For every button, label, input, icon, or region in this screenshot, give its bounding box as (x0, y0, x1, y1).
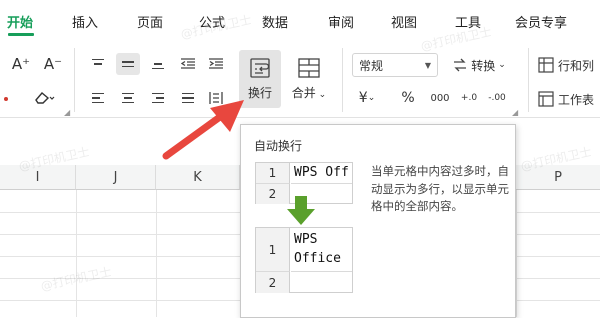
indent-decrease-button[interactable] (176, 53, 200, 75)
wrap-text-tooltip: 自动换行 1 2 WPS Off 1 2 WPS Office 当单元格中内容过… (240, 124, 516, 318)
chevron-down-icon: ⌄ (498, 60, 506, 70)
merge-label: 合并 (291, 85, 316, 100)
clear-format-button[interactable] (26, 86, 62, 110)
demo-cell-overflow: WPS Off (291, 163, 352, 184)
ribbon-tab-bar: 开始 插入 页面 公式 数据 审阅 视图 工具 会员专享 (0, 0, 600, 40)
indent-increase-button[interactable] (204, 53, 228, 75)
align-center-icon (122, 92, 134, 104)
color-dot-icon (4, 97, 8, 101)
chevron-down-icon: ⌄ (315, 89, 327, 100)
tab-page[interactable]: 页面 (137, 12, 163, 31)
demo-row-number: 2 (256, 272, 290, 293)
active-tab-indicator (8, 33, 34, 36)
grid-col-line (156, 190, 157, 317)
rows-columns-button[interactable]: 行和列 (538, 53, 600, 77)
font-color-button[interactable] (0, 88, 12, 110)
tab-insert[interactable]: 插入 (72, 12, 98, 31)
annotation-arrow-icon (162, 100, 244, 160)
rows-columns-icon (538, 57, 554, 73)
merge-cells-button[interactable]: 合并 ⌄ (287, 50, 331, 108)
number-format-value: 常规 (359, 58, 384, 73)
tab-formula[interactable]: 公式 (199, 12, 225, 31)
grid-col-line (76, 190, 77, 317)
eraser-icon (35, 92, 55, 104)
number-format-select[interactable]: 常规 ▼ (352, 53, 438, 77)
divider (74, 48, 75, 112)
align-bottom-button[interactable] (146, 53, 170, 75)
demo-after-table: 1 2 WPS Office (255, 227, 353, 293)
column-header-k[interactable]: K (156, 165, 240, 190)
font-grow-button[interactable]: A⁺ (8, 52, 34, 76)
align-center-button[interactable] (116, 87, 140, 109)
tab-home[interactable]: 开始 (7, 12, 33, 31)
convert-label: 转换 (471, 58, 496, 73)
tab-tools[interactable]: 工具 (455, 12, 481, 31)
align-middle-button[interactable] (116, 53, 140, 75)
outdent-icon (181, 58, 195, 69)
tab-member[interactable]: 会员专享 (515, 12, 567, 31)
dropdown-triangle-icon: ▼ (424, 60, 431, 70)
worksheet-icon (538, 91, 554, 107)
increase-decimal-button[interactable]: +.0 (456, 87, 482, 109)
column-header-i[interactable]: I (0, 165, 76, 190)
demo-cell-wrapped: WPS Office (291, 228, 352, 272)
indent-icon (209, 58, 223, 69)
align-left-button[interactable] (86, 87, 110, 109)
demo-row-number: 1 (256, 163, 290, 184)
worksheet-button[interactable]: 工作表 (538, 87, 600, 111)
thousands-separator-button[interactable]: 000 (426, 87, 454, 109)
demo-cell-line: Office (294, 251, 341, 266)
convert-icon (454, 58, 467, 72)
percent-format-button[interactable]: % (396, 87, 420, 109)
demo-cell-empty (291, 272, 352, 293)
currency-format-button[interactable]: ¥ ⌄ (352, 87, 382, 109)
merge-label-wrap: 合并 ⌄ (292, 84, 326, 101)
tooltip-title: 自动换行 (254, 139, 303, 153)
grid-col-line (516, 190, 517, 317)
merge-cells-icon (298, 57, 320, 78)
chevron-down-icon: ⌄ (367, 93, 376, 103)
font-group-launcher-icon[interactable]: ◢ (64, 108, 70, 117)
wrap-text-icon (250, 57, 270, 78)
column-header-p[interactable]: P (516, 165, 600, 190)
font-shrink-button[interactable]: A⁻ (40, 52, 66, 76)
convert-button[interactable]: 转换 ⌄ (446, 53, 512, 77)
tab-review[interactable]: 审阅 (328, 12, 354, 31)
worksheet-label: 工作表 (558, 92, 595, 107)
align-middle-icon (122, 61, 134, 67)
align-bottom-icon (152, 59, 164, 70)
demo-row-number: 1 (256, 228, 290, 272)
demo-cell-line: WPS (294, 232, 318, 247)
column-header-j[interactable]: J (76, 165, 156, 190)
tooltip-description: 当单元格中内容过多时，自动显示为多行，以显示单元格中的全部内容。 (371, 164, 509, 213)
tab-data[interactable]: 数据 (262, 12, 288, 31)
rows-columns-label: 行和列 (558, 58, 595, 73)
decrease-decimal-button[interactable]: -.00 (484, 87, 510, 109)
number-group-launcher-icon[interactable]: ◢ (512, 108, 518, 117)
divider (342, 48, 343, 112)
currency-symbol: ¥ (358, 90, 368, 106)
align-top-button[interactable] (86, 53, 110, 75)
arrow-down-icon (287, 196, 315, 225)
divider (528, 48, 529, 112)
align-top-icon (92, 58, 104, 70)
ribbon-toolbar: A⁺ A⁻ ◢ ◢ (0, 40, 600, 118)
tab-view[interactable]: 视图 (391, 12, 417, 31)
align-left-icon (92, 92, 104, 104)
